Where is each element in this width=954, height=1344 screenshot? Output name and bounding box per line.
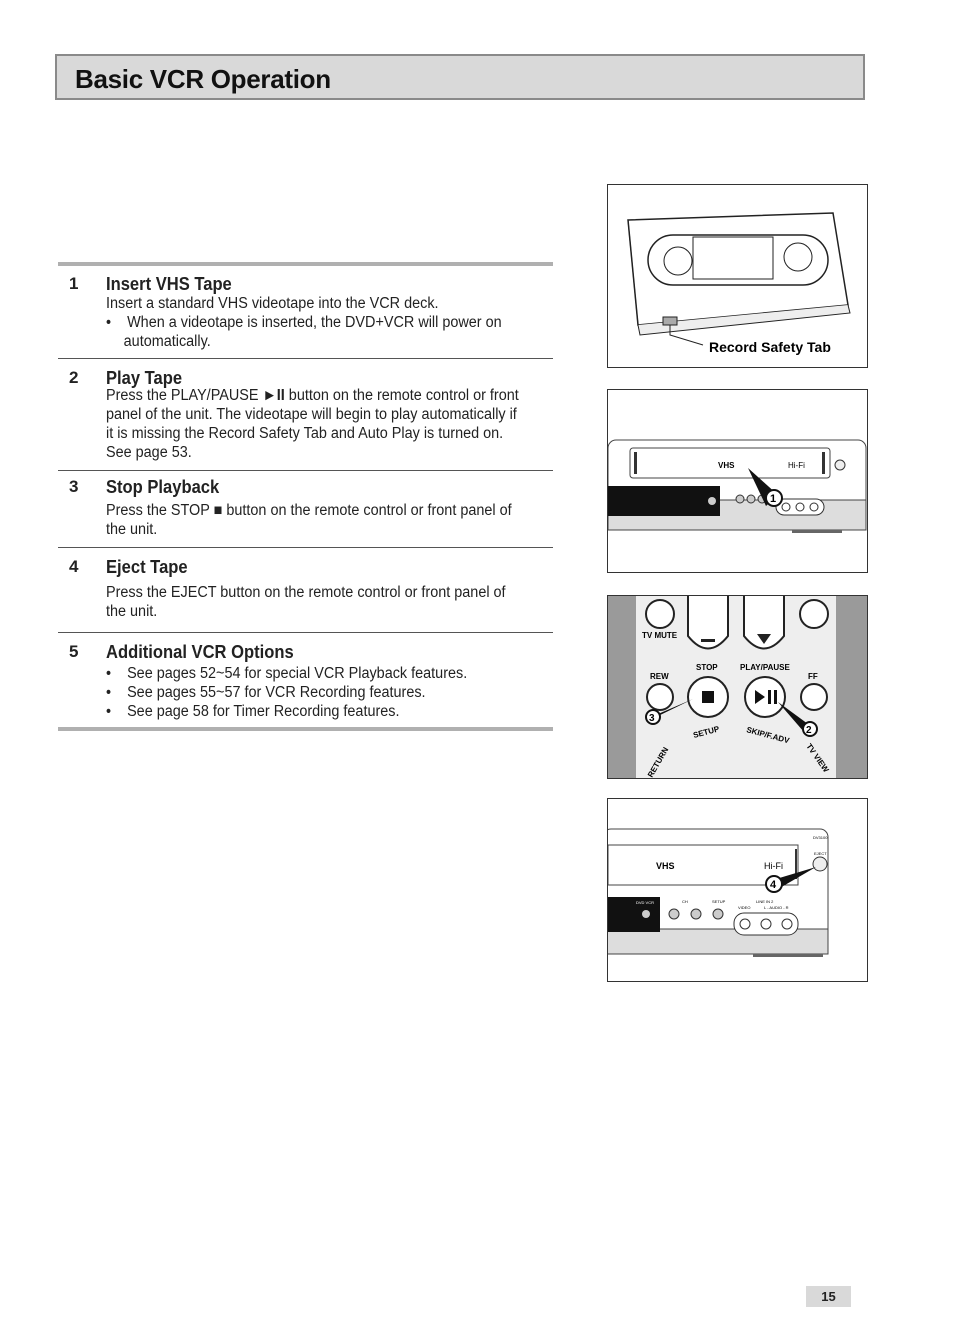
rew-button xyxy=(646,683,674,711)
front-panel-figure-2: DV3100 VHS Hi-Fi EJECT DVD VCR CH SETUP … xyxy=(607,798,868,982)
divider xyxy=(58,470,553,471)
step-heading: Additional VCR Options xyxy=(106,642,294,662)
page-title: Basic VCR Operation xyxy=(75,64,331,94)
remote-illustration: TV MUTE STOP PLAY/PAUSE REW FF 3 2 SETUP… xyxy=(608,596,867,778)
play-pause-icon: ►II xyxy=(262,387,285,404)
svg-text:VHS: VHS xyxy=(718,461,735,470)
step-heading: Stop Playback xyxy=(106,477,220,497)
svg-text:REW: REW xyxy=(650,672,669,681)
svg-text:LINE IN 2: LINE IN 2 xyxy=(756,899,774,904)
svg-text:PLAY/PAUSE: PLAY/PAUSE xyxy=(740,663,790,672)
front-panel-illustration: VHS Hi-Fi 1 xyxy=(608,439,867,533)
bullet: • See pages 55~57 for VCR Recording feat… xyxy=(106,684,426,701)
svg-text:DVD VCR: DVD VCR xyxy=(636,900,654,905)
step-text: Insert a standard VHS videotape into the… xyxy=(106,295,439,312)
svg-text:FF: FF xyxy=(808,672,818,681)
svg-text:L - AUDIO - R: L - AUDIO - R xyxy=(764,905,789,910)
front-panel-illustration: DV3100 VHS Hi-Fi EJECT DVD VCR CH SETUP … xyxy=(608,828,829,957)
remote-figure: TV MUTE STOP PLAY/PAUSE REW FF 3 2 SETUP… xyxy=(607,595,868,779)
step-text: Press the STOP ■ button on the remote co… xyxy=(106,502,512,538)
step-text: Press the PLAY/PAUSE ►II button on the r… xyxy=(106,387,519,461)
svg-text:Hi-Fi: Hi-Fi xyxy=(788,461,805,470)
title-box: Basic VCR Operation xyxy=(55,54,865,100)
vhs-tape-figure: Record Safety Tab xyxy=(607,184,868,368)
svg-text:Hi-Fi: Hi-Fi xyxy=(764,861,783,871)
bullet: • See pages 52~54 for special VCR Playba… xyxy=(106,665,468,682)
svg-text:VHS: VHS xyxy=(656,861,675,871)
divider xyxy=(58,358,553,359)
divider xyxy=(58,547,553,548)
front-panel-figure-1: VHS Hi-Fi 1 xyxy=(607,389,868,573)
step-heading: Eject Tape xyxy=(106,557,188,577)
divider xyxy=(58,632,553,633)
stop-icon: ■ xyxy=(213,502,223,519)
callout-4: 4 xyxy=(770,879,777,891)
svg-text:VIDEO: VIDEO xyxy=(738,905,750,910)
svg-text:EJECT: EJECT xyxy=(814,851,827,856)
svg-text:STOP: STOP xyxy=(696,663,718,672)
svg-text:TV MUTE: TV MUTE xyxy=(642,631,678,640)
step-heading: Insert VHS Tape xyxy=(106,274,232,294)
step-text: Press the EJECT button on the remote con… xyxy=(106,584,506,620)
divider xyxy=(58,262,553,266)
svg-text:DV3100: DV3100 xyxy=(813,835,828,840)
svg-text:SETUP: SETUP xyxy=(712,899,726,904)
callout-1: 1 xyxy=(770,493,776,505)
svg-text:CH: CH xyxy=(682,899,688,904)
step-number: 2 xyxy=(69,368,79,387)
step-number: 1 xyxy=(69,274,79,293)
eject-button xyxy=(834,459,846,471)
step-number: 4 xyxy=(69,557,79,576)
record-safety-tab-label: Record Safety Tab xyxy=(709,339,831,355)
step-number: 5 xyxy=(69,642,79,661)
divider xyxy=(58,727,553,731)
eject-button xyxy=(812,856,828,872)
bullet: • See page 58 for Timer Recording featur… xyxy=(106,703,400,720)
vhs-tape-illustration: Record Safety Tab xyxy=(627,212,851,355)
bullet: • When a videotape is inserted, the DVD+… xyxy=(106,314,502,350)
step-number: 3 xyxy=(69,477,79,496)
svg-text:3: 3 xyxy=(649,713,655,724)
page-number: 15 xyxy=(806,1286,851,1307)
ff-button xyxy=(800,683,828,711)
svg-text:2: 2 xyxy=(806,725,812,736)
